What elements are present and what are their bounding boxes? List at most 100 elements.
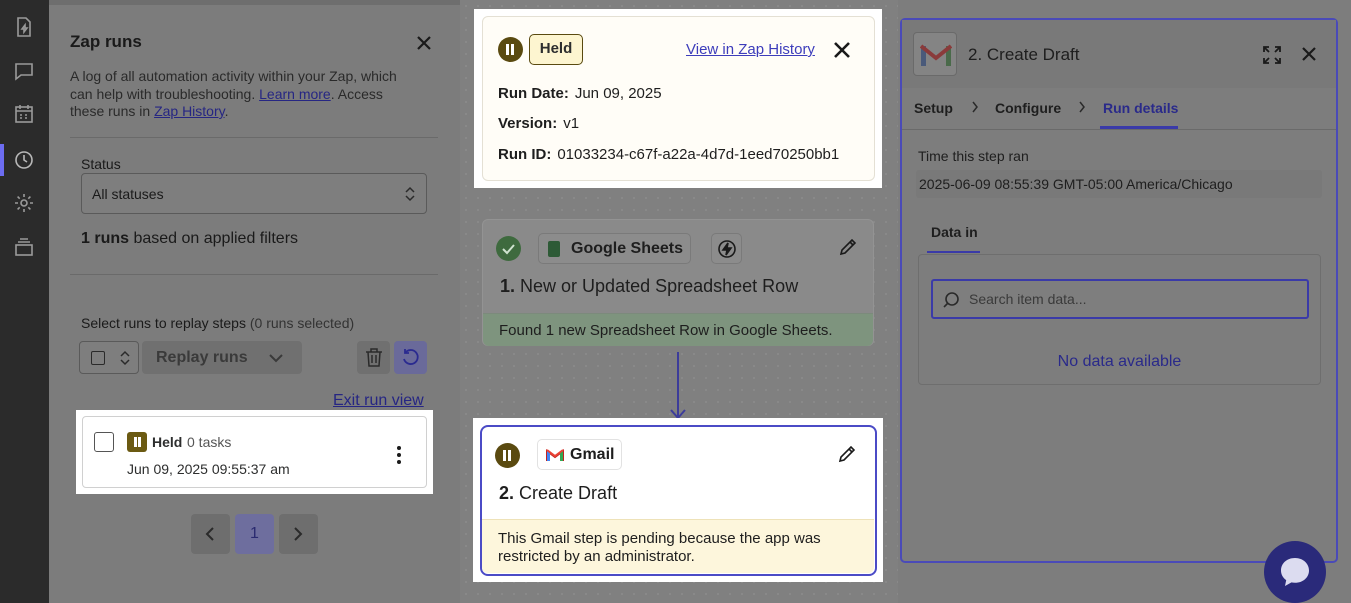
time-step-ran-label: Time this step ran xyxy=(918,148,1029,164)
tab-configure[interactable]: Configure xyxy=(995,100,1061,116)
delete-runs-button[interactable] xyxy=(357,341,390,374)
version-value: v1 xyxy=(563,115,580,132)
run-date-label: Run Date: xyxy=(498,85,569,102)
learn-more-link[interactable]: Learn more xyxy=(259,86,331,102)
panel-title: Zap runs xyxy=(70,32,142,51)
step-name: Create Draft xyxy=(519,483,618,503)
chevron-right-icon xyxy=(294,527,303,541)
tab-run-details[interactable]: Run details xyxy=(1103,100,1178,116)
step-card-action[interactable]: Gmail 2. Create Draft This Gmail step is… xyxy=(480,425,877,576)
status-select[interactable]: All statuses xyxy=(81,173,427,214)
active-tab-indicator xyxy=(927,251,980,253)
search-icon xyxy=(943,292,959,308)
select-runs-text: Select runs to replay steps xyxy=(81,315,246,331)
history-icon[interactable] xyxy=(13,149,35,171)
rail-active-indicator xyxy=(0,144,4,176)
gmail-icon xyxy=(546,449,564,461)
search-field[interactable] xyxy=(931,279,1309,319)
time-step-ran-value: 2025-06-09 08:55:39 GMT-05:00 America/Ch… xyxy=(916,170,1322,198)
run-count-number: 1 runs xyxy=(81,230,130,247)
trash-icon xyxy=(366,348,382,367)
step-title: 2. Create Draft xyxy=(499,483,617,504)
panel-description: A log of all automation activity within … xyxy=(70,68,420,121)
step-name: New or Updated Spreadsheet Row xyxy=(520,276,799,296)
detail-header: 2. Create Draft xyxy=(902,20,1336,88)
gmail-icon xyxy=(920,44,952,66)
replay-runs-label: Replay runs xyxy=(156,349,248,366)
tab-setup[interactable]: Setup xyxy=(914,100,953,116)
left-icon-rail xyxy=(0,0,49,603)
version-label: Version: xyxy=(498,115,558,132)
close-icon[interactable] xyxy=(833,41,851,59)
previous-page-button[interactable] xyxy=(191,514,230,554)
sort-arrows-icon xyxy=(405,186,415,202)
run-date-row: Run Date: Jun 09, 2025 xyxy=(498,85,662,102)
detail-title: 2. Create Draft xyxy=(968,45,1080,64)
lightning-bolt-icon xyxy=(718,240,736,258)
close-icon[interactable] xyxy=(415,34,433,52)
detail-tabs: Setup Configure Run details xyxy=(902,88,1336,130)
chat-bubble-icon xyxy=(1281,558,1309,586)
success-check-icon xyxy=(496,236,521,261)
trigger-bolt-badge xyxy=(711,233,742,264)
step-message: Found 1 new Spreadsheet Row in Google Sh… xyxy=(483,313,873,346)
refresh-icon xyxy=(403,349,419,365)
step-number: 2. xyxy=(499,483,515,503)
calendar-icon[interactable] xyxy=(13,103,35,125)
divider xyxy=(70,137,438,138)
data-in-panel: No data available xyxy=(918,254,1321,385)
pause-icon xyxy=(495,443,520,468)
search-item-data-input[interactable] xyxy=(969,289,1299,309)
expand-icon[interactable] xyxy=(1262,45,1282,65)
pencil-icon[interactable] xyxy=(838,237,858,257)
tab-data-in[interactable]: Data in xyxy=(931,224,978,240)
time-value-text: 2025-06-09 08:55:39 GMT-05:00 America/Ch… xyxy=(919,176,1233,192)
run-count-text: based on applied filters xyxy=(129,230,299,247)
checkbox[interactable] xyxy=(91,351,105,365)
step-title: 1. New or Updated Spreadsheet Row xyxy=(500,276,798,297)
chevron-down-icon xyxy=(269,354,283,363)
refresh-button[interactable] xyxy=(394,341,427,374)
run-checkbox[interactable] xyxy=(94,432,114,452)
divider xyxy=(70,274,438,275)
settings-icon[interactable] xyxy=(13,192,35,214)
status-label: Status xyxy=(81,156,121,172)
version-row: Version: v1 xyxy=(498,115,579,132)
page-number-button[interactable]: 1 xyxy=(235,514,274,554)
app-name: Gmail xyxy=(570,446,615,463)
run-list-item[interactable]: Held 0 tasks Jun 09, 2025 09:55:37 am xyxy=(82,416,427,488)
view-in-zap-history-link[interactable]: View in Zap History xyxy=(686,41,815,58)
app-name: Google Sheets xyxy=(571,240,684,257)
held-status-icon xyxy=(127,432,147,452)
run-id-value: 01033234-c67f-a22a-4d7d-1eed70250bb1 xyxy=(557,146,840,163)
chevron-right-icon xyxy=(972,101,978,113)
zap-file-icon[interactable] xyxy=(13,16,35,38)
step-message-text: Found 1 new Spreadsheet Row in Google Sh… xyxy=(499,322,833,339)
select-all-checkbox[interactable] xyxy=(79,341,139,374)
versions-icon[interactable] xyxy=(13,236,35,258)
chat-support-button[interactable] xyxy=(1264,541,1326,603)
zap-history-link[interactable]: Zap History xyxy=(154,103,225,119)
google-sheets-icon xyxy=(548,241,560,257)
more-options-icon[interactable] xyxy=(395,445,403,465)
run-date: Jun 09, 2025 09:55:37 am xyxy=(127,461,290,477)
run-status: Held xyxy=(152,434,183,450)
run-date-value: Jun 09, 2025 xyxy=(574,85,662,102)
chevron-right-icon xyxy=(1079,101,1085,113)
status-select-value: All statuses xyxy=(92,186,164,202)
sort-arrows-icon[interactable] xyxy=(120,350,130,366)
pencil-icon[interactable] xyxy=(837,444,857,464)
next-page-button[interactable] xyxy=(279,514,318,554)
run-count: 1 runs based on applied filters xyxy=(81,230,298,248)
replay-runs-button[interactable]: Replay runs xyxy=(142,341,302,374)
comment-icon[interactable] xyxy=(13,60,35,82)
active-tab-indicator xyxy=(1100,126,1178,129)
held-badge: Held xyxy=(529,34,583,65)
exit-run-view-link[interactable]: Exit run view xyxy=(333,392,424,410)
close-icon[interactable] xyxy=(1301,46,1317,62)
step-card-trigger[interactable]: Google Sheets 1. New or Updated Spreadsh… xyxy=(482,219,874,346)
selected-count: (0 runs selected) xyxy=(249,315,355,331)
run-tasks: 0 tasks xyxy=(187,434,232,450)
app-pill-google-sheets: Google Sheets xyxy=(538,233,691,264)
chevron-left-icon xyxy=(205,527,214,541)
